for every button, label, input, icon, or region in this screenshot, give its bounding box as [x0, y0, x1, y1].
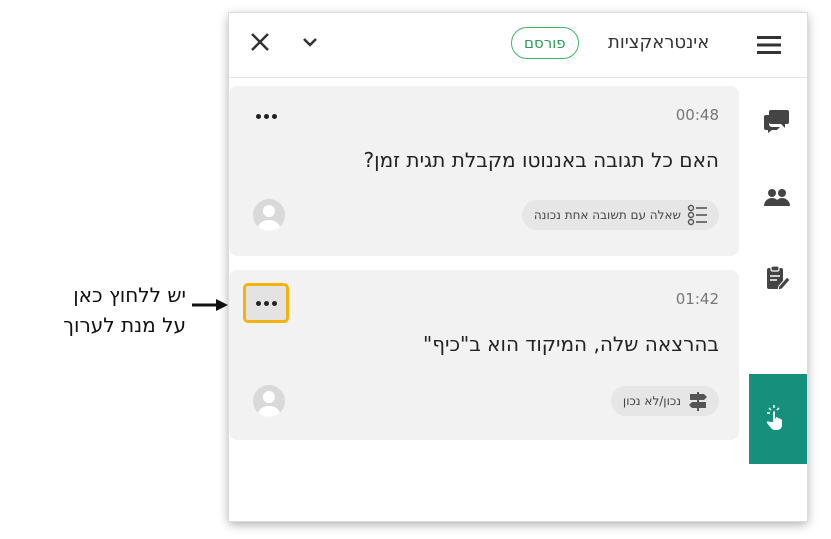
- avatar: [253, 385, 285, 417]
- panel-header: פורסם אינטראקציות: [229, 13, 807, 78]
- interaction-type-chip: נכון/לא נכון: [610, 386, 719, 416]
- interaction-question: בהרצאה שלה, המיקוד הוא ב"כיף": [423, 332, 719, 356]
- sidebar-item-participants[interactable]: [749, 168, 807, 228]
- interaction-type-label: שאלה עם תשובה אחת נכונה: [533, 208, 681, 222]
- ellipsis-icon: [255, 113, 277, 119]
- user-silhouette-icon: [258, 391, 280, 417]
- list-radio-icon: [687, 204, 707, 226]
- more-options-button[interactable]: [249, 104, 283, 128]
- sidebar-item-notes[interactable]: [749, 248, 807, 308]
- close-icon[interactable]: [249, 31, 271, 53]
- interactions-panel: פורסם אינטראקציות 00:48 האם כל תגובה באנ…: [229, 13, 807, 521]
- ellipsis-icon: [255, 300, 277, 306]
- clipboard-edit-icon: [767, 265, 791, 291]
- side-navigation: [749, 78, 807, 521]
- interaction-question: האם כל תגובה באננוטו מקבלת תגית זמן?: [363, 148, 720, 172]
- interaction-card[interactable]: 00:48 האם כל תגובה באננוטו מקבלת תגית זמ…: [229, 86, 739, 256]
- chevron-down-icon[interactable]: [301, 33, 319, 51]
- interaction-type-chip: שאלה עם תשובה אחת נכונה: [521, 200, 719, 230]
- panel-title: אינטראקציות: [608, 32, 710, 53]
- signpost-icon: [689, 392, 707, 411]
- status-badge: פורסם: [511, 27, 579, 59]
- interaction-type-label: נכון/לא נכון: [622, 394, 681, 408]
- interaction-time: 01:42: [675, 290, 719, 308]
- instruction-line-2: על מנת לערוך: [63, 313, 186, 337]
- interaction-tap-icon: [766, 405, 782, 430]
- chat-bubbles-icon: [764, 110, 789, 133]
- sidebar-item-interactions[interactable]: [749, 374, 807, 464]
- arrow-right-icon: [192, 299, 228, 311]
- instruction-line-1: יש ללחוץ כאן: [73, 283, 186, 307]
- avatar: [253, 199, 285, 231]
- more-options-button[interactable]: [243, 283, 289, 323]
- user-silhouette-icon: [258, 205, 280, 231]
- interaction-time: 00:48: [675, 106, 719, 124]
- hamburger-menu-icon[interactable]: [755, 33, 783, 57]
- people-icon: [764, 189, 790, 206]
- sidebar-item-comments[interactable]: [749, 90, 807, 150]
- interactions-list: 00:48 האם כל תגובה באננוטו מקבלת תגית זמ…: [229, 78, 749, 521]
- interaction-card[interactable]: 01:42 בהרצאה שלה, המיקוד הוא ב"כיף" נכון…: [229, 270, 739, 440]
- instruction-annotation: יש ללחוץ כאן על מנת לערוך: [6, 280, 186, 340]
